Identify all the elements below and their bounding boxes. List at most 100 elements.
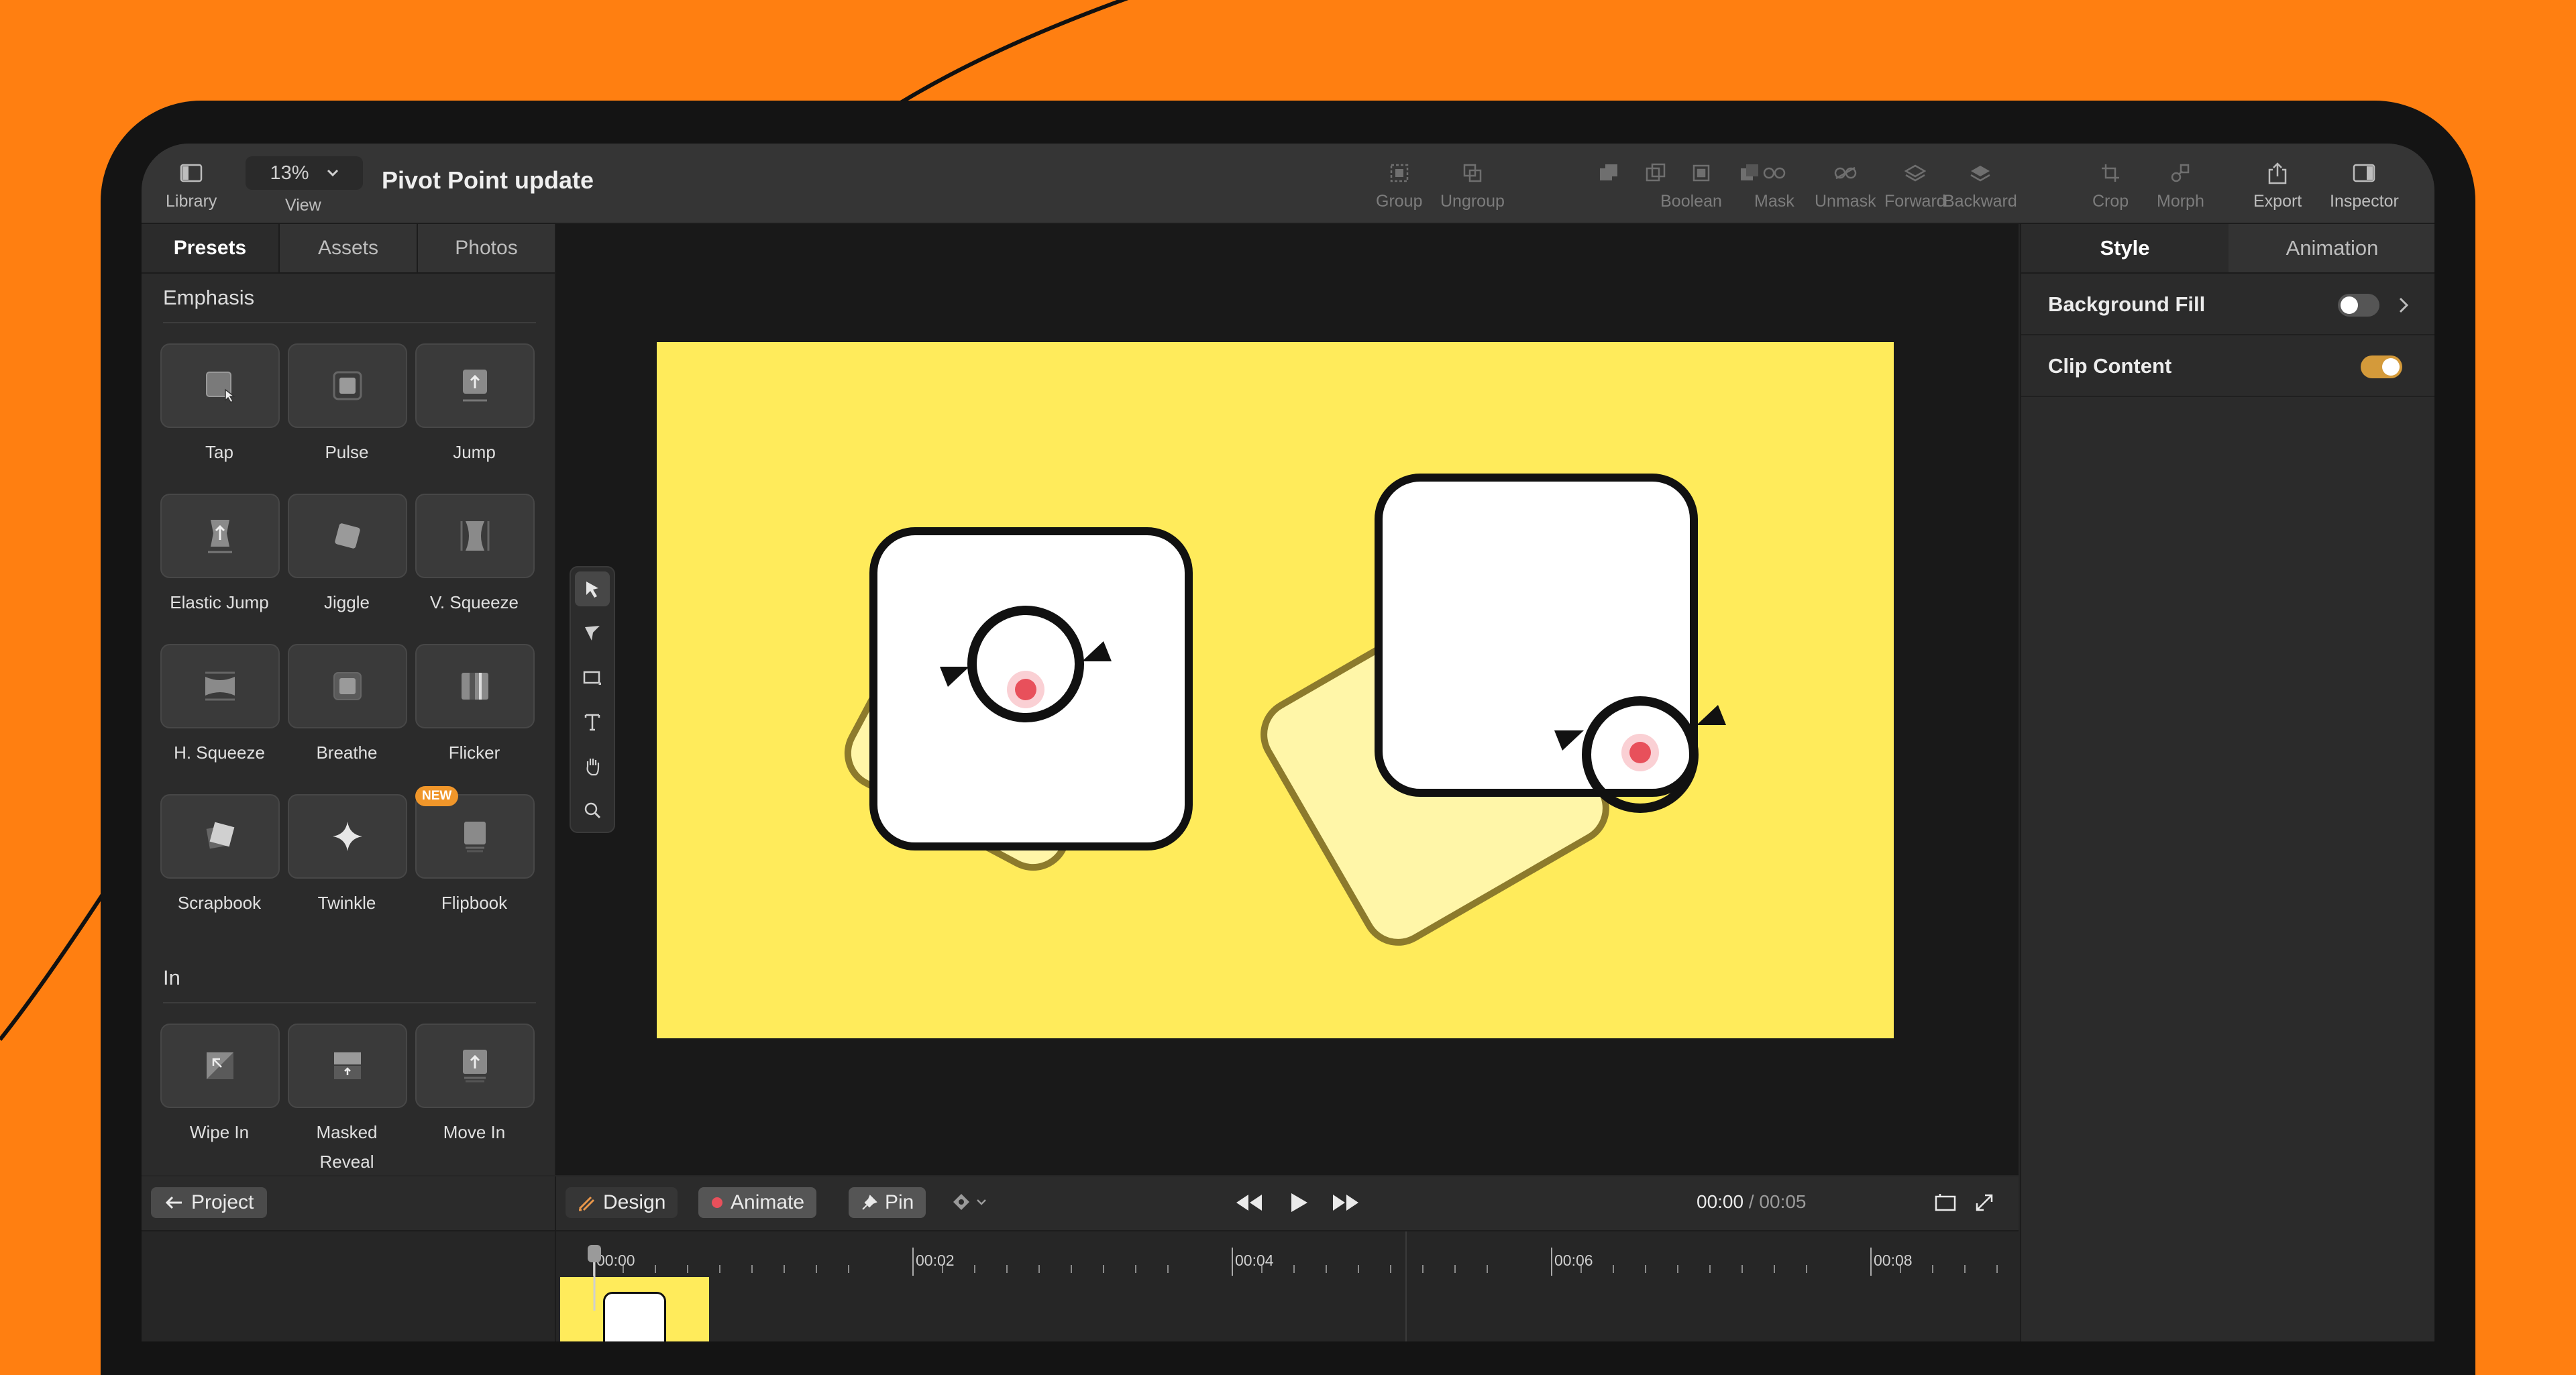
- jiggle-icon: [288, 494, 407, 578]
- chevron-down-icon: [977, 1199, 986, 1205]
- library-button[interactable]: Library: [166, 160, 217, 211]
- group-icon: [1386, 160, 1413, 186]
- select-tool[interactable]: [575, 571, 610, 606]
- move-in-icon: [415, 1024, 535, 1108]
- library-label: Library: [166, 192, 217, 211]
- crop-icon: [2097, 160, 2124, 186]
- new-badge: NEW: [415, 786, 459, 806]
- pulse-icon: [288, 343, 407, 428]
- presets-panel: Presets Assets Photos Emphasis Tap Pulse…: [142, 224, 556, 1175]
- tab-presets[interactable]: Presets: [142, 224, 278, 272]
- preset-pulse[interactable]: Pulse: [288, 343, 407, 467]
- elastic-jump-icon: [160, 494, 280, 578]
- preset-jump[interactable]: Jump: [415, 343, 535, 467]
- preset-masked-reveal[interactable]: Masked Reveal: [288, 1024, 407, 1175]
- pointer-icon: [586, 582, 598, 598]
- animate-mode-button[interactable]: Animate: [698, 1187, 817, 1218]
- preset-flipbook[interactable]: Flipbook NEW: [415, 786, 535, 918]
- inspector-icon: [2351, 160, 2377, 186]
- tab-style[interactable]: Style: [2021, 224, 2229, 272]
- rectangle-icon: [583, 671, 601, 685]
- unmask-icon: [1832, 160, 1859, 186]
- jump-icon: [415, 343, 535, 428]
- total-time: 00:05: [1759, 1191, 1807, 1212]
- fullscreen-icon[interactable]: [1974, 1193, 1994, 1213]
- preset-jiggle[interactable]: Jiggle: [288, 494, 407, 617]
- preset-elastic-jump[interactable]: Elastic Jump: [160, 494, 280, 617]
- clip-content-toggle[interactable]: [2361, 355, 2402, 378]
- h-squeeze-icon: [160, 644, 280, 728]
- preset-v-squeeze[interactable]: V. Squeeze: [415, 494, 535, 617]
- export-button[interactable]: Export: [2253, 160, 2302, 211]
- arrow-icon: [585, 626, 600, 641]
- zoom-dropdown[interactable]: 13%: [246, 156, 363, 190]
- fast-forward-icon[interactable]: [1330, 1193, 1361, 1213]
- aspect-ratio-icon[interactable]: [1934, 1193, 1957, 1213]
- rewind-icon[interactable]: [1234, 1193, 1265, 1213]
- preset-flicker[interactable]: Flicker: [415, 644, 535, 767]
- group-button[interactable]: Group: [1376, 160, 1422, 211]
- tab-assets[interactable]: Assets: [278, 224, 417, 272]
- preset-tap[interactable]: Tap: [160, 343, 280, 467]
- flicker-icon: [415, 644, 535, 728]
- ungroup-icon: [1459, 160, 1486, 186]
- timeline[interactable]: 00:00 00:02 00:04 00:06 00:08: [556, 1231, 2019, 1341]
- breathe-icon: [288, 644, 407, 728]
- tab-animation[interactable]: Animation: [2229, 224, 2434, 272]
- rectangle-tool[interactable]: [575, 660, 610, 695]
- preset-h-squeeze[interactable]: H. Squeeze: [160, 644, 280, 767]
- keyframe-dropdown[interactable]: [952, 1193, 987, 1211]
- preset-twinkle[interactable]: Twinkle: [288, 794, 407, 918]
- wipe-in-icon: [160, 1024, 280, 1108]
- artboard-illustration: [844, 474, 1726, 946]
- panel-tabs: Presets Assets Photos: [142, 224, 555, 274]
- playhead[interactable]: [586, 1244, 603, 1311]
- sparkle-icon: [288, 794, 407, 879]
- zoom-tool[interactable]: [575, 793, 610, 828]
- inspector-button[interactable]: Inspector: [2330, 160, 2399, 211]
- tick-label: 00:06: [1554, 1252, 1593, 1269]
- unmask-button[interactable]: Unmask: [1815, 160, 1876, 211]
- clip-content-row: Clip Content: [2021, 335, 2434, 397]
- timeline-clip[interactable]: [560, 1277, 709, 1341]
- pin-icon: [862, 1195, 877, 1210]
- background-fill-toggle[interactable]: [2338, 294, 2379, 317]
- forward-button[interactable]: Forward: [1884, 160, 1946, 211]
- pin-button[interactable]: Pin: [849, 1187, 926, 1218]
- tick-label: 00:04: [1235, 1252, 1274, 1269]
- preset-move-in[interactable]: Move In: [415, 1024, 535, 1147]
- canvas-area[interactable]: [556, 224, 2019, 1175]
- inspector-panel: Style Animation Background Fill Clip Con…: [2020, 224, 2434, 1341]
- ungroup-button[interactable]: Ungroup: [1440, 160, 1505, 211]
- tab-photos[interactable]: Photos: [417, 224, 555, 272]
- preset-wipe-in[interactable]: Wipe In: [160, 1024, 280, 1147]
- pen-icon: [578, 1196, 595, 1211]
- morph-button[interactable]: Morph: [2157, 160, 2204, 211]
- play-icon[interactable]: [1289, 1191, 1309, 1214]
- text-tool[interactable]: [575, 704, 610, 739]
- mask-button[interactable]: Mask: [1754, 160, 1794, 211]
- playback-bar: Design Animate Pin 00:00 / 00:05: [556, 1176, 2019, 1231]
- design-mode-button[interactable]: Design: [566, 1187, 678, 1218]
- in-section-title: In: [163, 966, 180, 989]
- current-time: 00:00: [1697, 1191, 1744, 1212]
- tool-palette: [570, 566, 615, 833]
- inspector-tabs: Style Animation: [2021, 224, 2434, 274]
- hand-tool[interactable]: [575, 749, 610, 783]
- crop-button[interactable]: Crop: [2092, 160, 2129, 211]
- chevron-down-icon: [327, 169, 338, 177]
- zoom-value: 13%: [270, 162, 309, 184]
- artboard[interactable]: [657, 342, 1894, 1038]
- backward-button[interactable]: Backward: [1943, 160, 2017, 211]
- v-squeeze-icon: [415, 494, 535, 578]
- emphasis-section-title: Emphasis: [163, 286, 255, 309]
- direct-select-tool[interactable]: [575, 616, 610, 651]
- text-icon: [584, 714, 600, 731]
- chevron-right-icon[interactable]: [2398, 296, 2409, 314]
- preset-breathe[interactable]: Breathe: [288, 644, 407, 767]
- share-icon: [2264, 160, 2291, 186]
- preset-scrapbook[interactable]: Scrapbook: [160, 794, 280, 918]
- hand-icon: [586, 759, 600, 776]
- project-button[interactable]: Project: [151, 1187, 268, 1218]
- document-title[interactable]: Pivot Point update: [382, 166, 594, 195]
